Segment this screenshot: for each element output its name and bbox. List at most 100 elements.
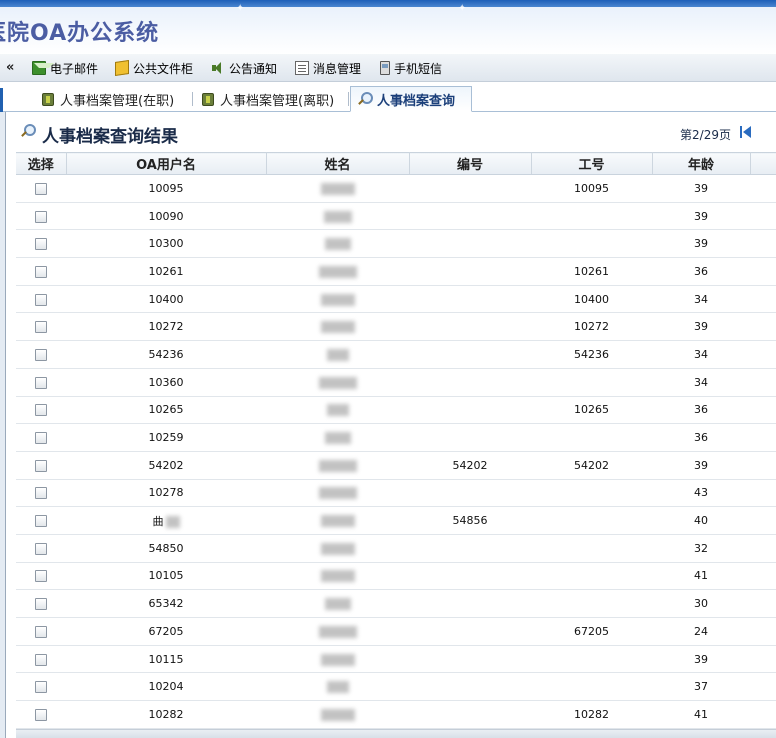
table-header-row: 选择 OA用户名 姓名 编号 工号 年龄 [16, 152, 776, 175]
table-row[interactable]: 54202 54202 54202 39 [16, 451, 776, 480]
app-title: 医院OA办公系统 [0, 21, 160, 46]
table-row[interactable]: 10265 10265 36 [16, 396, 776, 425]
age-cell: 40 [652, 506, 750, 535]
table-row[interactable]: 10090 39 [16, 202, 776, 231]
staff-id-cell: 67205 [531, 617, 652, 646]
row-checkbox[interactable] [35, 570, 47, 583]
age-cell: 30 [652, 589, 750, 618]
row-checkbox[interactable] [35, 404, 47, 417]
col-header-number[interactable]: 编号 [409, 152, 532, 175]
oa-user-value: 67205 [148, 624, 184, 638]
row-checkbox[interactable] [35, 625, 47, 638]
oa-user-value: 10300 [148, 237, 184, 251]
row-select-cell [16, 257, 66, 286]
staff-id-cell: 54202 [531, 451, 652, 480]
row-select-cell [16, 229, 66, 259]
table-row[interactable]: 54236 54236 34 [16, 340, 776, 369]
row-checkbox[interactable] [35, 210, 47, 223]
row-checkbox[interactable] [35, 348, 47, 361]
table-row[interactable]: 10272 10272 39 [16, 312, 776, 342]
name-cell [266, 672, 409, 702]
name-cell [266, 285, 409, 314]
table-row[interactable]: 10300 39 [16, 229, 776, 259]
row-checkbox[interactable] [35, 653, 47, 666]
number-cell: 54856 [409, 506, 531, 535]
table-row[interactable]: 10259 36 [16, 423, 776, 452]
tab-archive-left[interactable]: 人事档案管理(离职) [196, 86, 340, 112]
row-checkbox[interactable] [35, 681, 47, 694]
row-checkbox[interactable] [35, 376, 47, 389]
row-checkbox[interactable] [35, 515, 47, 528]
oa-user-value: 10278 [148, 486, 184, 500]
row-checkbox[interactable] [35, 293, 47, 306]
age-cell: 34 [652, 340, 750, 369]
toolbar-notices[interactable]: 公告通知 [211, 60, 277, 76]
number-cell [409, 229, 531, 259]
row-checkbox[interactable] [35, 487, 47, 500]
toolbar-sms[interactable]: 手机短信 [380, 60, 442, 76]
table-row[interactable]: 10282 10282 41 [16, 700, 776, 729]
staff-id-cell: 10282 [531, 700, 652, 729]
collapse-sidebar-button[interactable]: « [6, 60, 14, 75]
col-header-oa-user[interactable]: OA用户名 [66, 152, 267, 175]
table-row[interactable]: 10261 10261 36 [16, 257, 776, 286]
table-row[interactable]: 10105 41 [16, 562, 776, 591]
row-checkbox[interactable] [35, 265, 47, 278]
table-row[interactable]: 67205 67205 24 [16, 617, 776, 646]
row-checkbox[interactable] [35, 708, 47, 721]
staff-id-cell: 10400 [531, 285, 652, 314]
first-page-icon[interactable] [740, 126, 752, 138]
row-checkbox[interactable] [35, 321, 47, 334]
message-icon [295, 61, 309, 75]
age-cell: 43 [652, 479, 750, 508]
row-checkbox[interactable] [35, 432, 47, 445]
name-cell [266, 506, 409, 535]
oa-user-cell: 10090 [66, 202, 266, 231]
row-checkbox[interactable] [35, 598, 47, 611]
table-row[interactable]: 10204 37 [16, 672, 776, 702]
toolbar-messages[interactable]: 消息管理 [295, 60, 361, 76]
table-row[interactable]: 65342 30 [16, 589, 776, 618]
sidebar-collapsed[interactable] [0, 112, 6, 738]
table-row[interactable]: 曲 54856 40 [16, 506, 776, 535]
row-select-cell [16, 534, 66, 563]
staff-id-cell: 54236 [531, 340, 652, 369]
row-checkbox[interactable] [35, 542, 47, 555]
table-row[interactable]: 10400 10400 34 [16, 285, 776, 314]
filler-cell [750, 285, 776, 314]
toolbar-sms-label: 手机短信 [394, 61, 443, 76]
name-cell [266, 589, 409, 618]
oa-user-value: 10090 [148, 209, 184, 223]
redacted-name [324, 598, 351, 611]
col-header-name[interactable]: 姓名 [266, 152, 410, 175]
tab-label: 人事档案管理(离职) [220, 93, 335, 109]
name-cell [266, 534, 409, 563]
age-cell: 36 [652, 396, 750, 425]
tab-archive-active[interactable]: 人事档案管理(在职) [36, 86, 180, 112]
redacted-name [326, 348, 349, 361]
col-header-age[interactable]: 年龄 [652, 152, 751, 175]
tab-archive-query[interactable]: 人事档案查询 [350, 86, 472, 112]
table-row[interactable]: 10360 34 [16, 368, 776, 397]
name-cell [266, 423, 409, 452]
toolbar-messages-label: 消息管理 [313, 61, 362, 76]
number-cell [409, 534, 531, 563]
toolbar-file-cabinet[interactable]: 公共文件柜 [115, 60, 193, 76]
table-row[interactable]: 10278 43 [16, 479, 776, 508]
name-cell [266, 645, 409, 674]
table-row[interactable]: 54850 32 [16, 534, 776, 563]
staff-id-cell: 10272 [531, 312, 652, 342]
filler-cell [750, 174, 776, 203]
row-checkbox[interactable] [35, 238, 47, 251]
row-checkbox[interactable] [35, 459, 47, 472]
col-header-staff-id[interactable]: 工号 [531, 152, 653, 175]
oa-user-cell: 54850 [66, 534, 266, 563]
row-checkbox[interactable] [35, 182, 47, 195]
toolbar-email[interactable]: 电子邮件 [32, 60, 98, 76]
oa-user-cell: 67205 [66, 617, 266, 646]
table-row[interactable]: 10095 10095 39 [16, 174, 776, 203]
table-row[interactable]: 10115 39 [16, 645, 776, 674]
number-cell [409, 285, 531, 314]
toolbar-notices-label: 公告通知 [229, 61, 278, 76]
row-select-cell [16, 285, 66, 314]
